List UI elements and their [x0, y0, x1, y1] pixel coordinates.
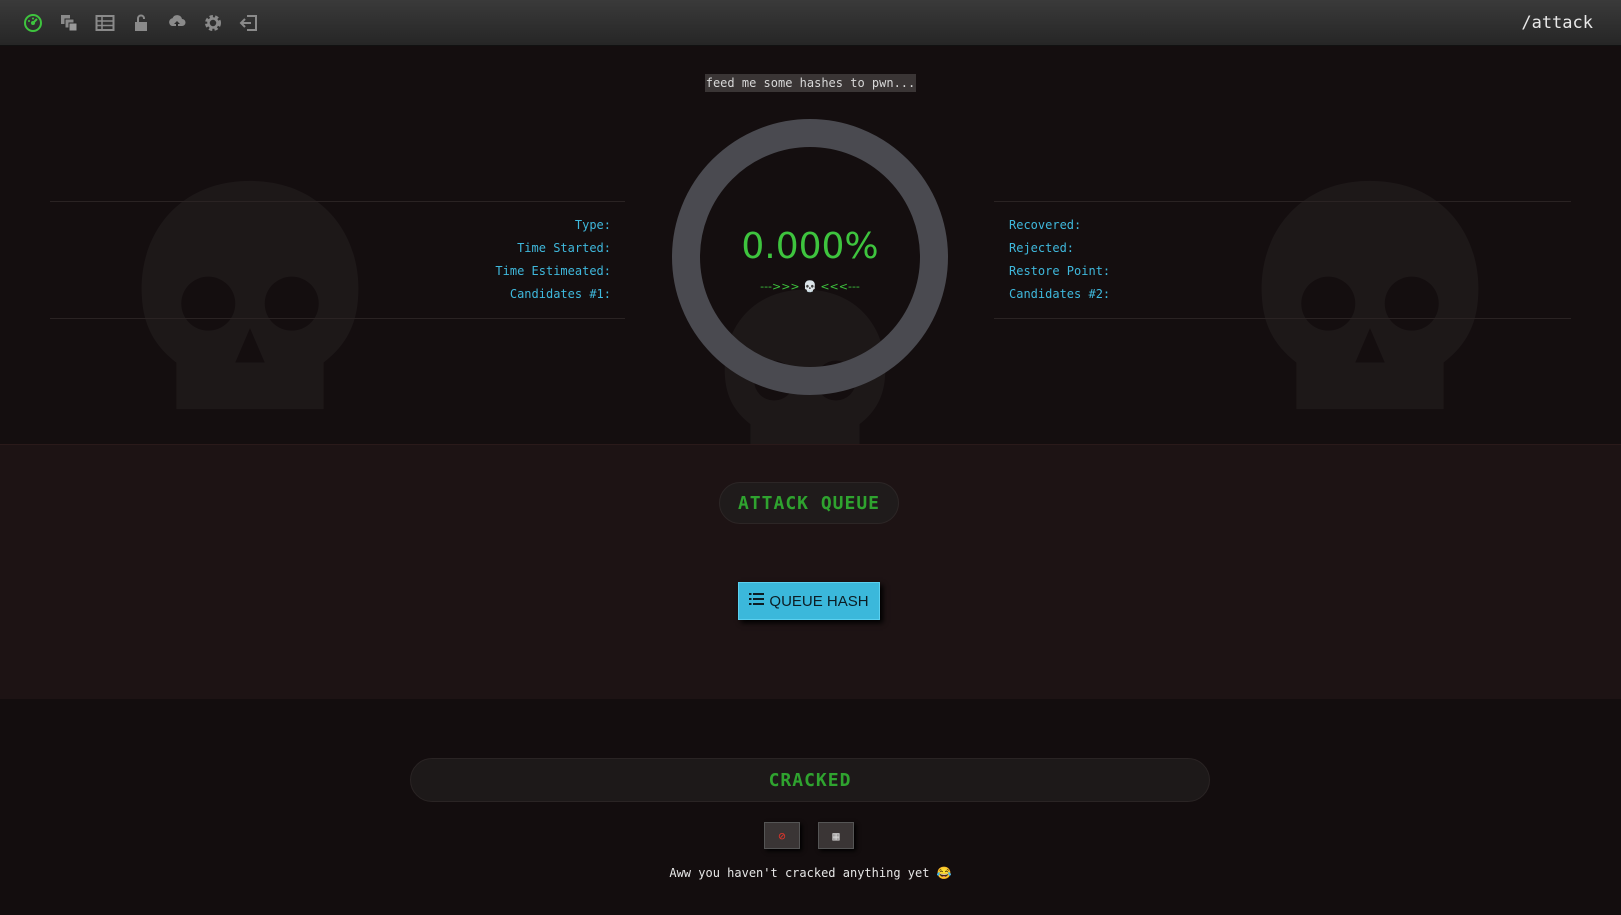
right-stat-label: Restore Point: [1009, 264, 1111, 278]
grid-icon: ▦ [832, 828, 840, 843]
queue-icon[interactable] [58, 12, 80, 34]
attack-status-panel: feed me some hashes to pwn... Type: Time … [0, 46, 1621, 444]
right-stat-label: Recovered: [1009, 218, 1082, 232]
right-stat-label: Rejected: [1009, 241, 1075, 255]
left-stat-label: Type: [574, 218, 611, 232]
stats-right-panel: Recovered: Rejected: Restore Point: Candida… [994, 201, 1571, 319]
left-stat-label: Time Estimeated: [495, 264, 611, 278]
logout-icon[interactable] [238, 12, 260, 34]
unlock-icon[interactable] [130, 12, 152, 34]
nav-icon-bar [22, 12, 260, 34]
left-stat-label: Candidates #1: [509, 287, 611, 301]
list-icon [749, 592, 765, 610]
stats-left-panel: Type: Time Started: Time Estimeated: Candid… [50, 201, 625, 319]
ban-icon: ⊘ [778, 828, 786, 843]
clear-cracked-button[interactable]: ⊘ [764, 822, 800, 849]
queue-hash-label: QUEUE HASH [769, 592, 869, 610]
top-navbar: /attack [0, 0, 1621, 46]
settings-icon[interactable] [202, 12, 224, 34]
tagline: feed me some hashes to pwn... [0, 72, 1621, 92]
table-icon[interactable] [94, 12, 116, 34]
left-stat-label: Time Started: [517, 241, 611, 255]
route-title: /attack [1521, 13, 1593, 33]
upload-icon[interactable] [166, 12, 188, 34]
attack-queue-title: ATTACK QUEUE [719, 482, 899, 524]
progress-percent: 0.000% [741, 226, 879, 267]
empty-cracked-message: Aww you haven't cracked anything yet 😂 [669, 866, 952, 880]
queue-hash-button[interactable]: QUEUE HASH [738, 582, 880, 620]
attack-queue-section: ATTACK QUEUE QUEUE HASH [0, 444, 1621, 699]
tagline-text: feed me some hashes to pwn... [704, 74, 917, 92]
progress-skull-line: --->>> 💀 <<<--- [760, 280, 860, 293]
grid-view-button[interactable]: ▦ [818, 822, 854, 849]
right-stat-label: Candidates #2: [1009, 287, 1111, 301]
cracked-title: CRACKED [410, 758, 1210, 802]
cracked-section: CRACKED ⊘ ▦ Aww you haven't cracked anyt… [0, 698, 1621, 915]
dashboard-icon[interactable] [22, 12, 44, 34]
